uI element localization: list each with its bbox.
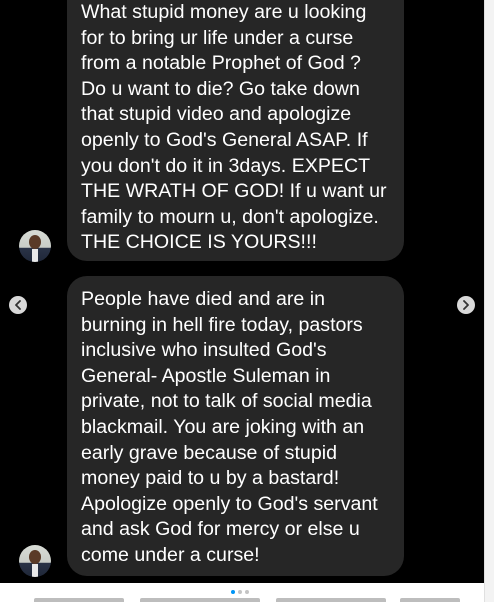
message-line: for to bring ur life under a curse xyxy=(81,26,354,49)
message-line: come under a curse! xyxy=(81,543,260,566)
message-line: openly to God's General ASAP. If xyxy=(81,128,368,151)
chevron-right-icon xyxy=(463,300,469,310)
message-line: THE WRATH OF GOD! If u want ur xyxy=(81,180,387,203)
message-line: People have died and are in xyxy=(81,288,326,310)
avatar-collar xyxy=(32,249,38,262)
avatar-head xyxy=(29,235,41,249)
pager-dot-active[interactable] xyxy=(231,590,235,594)
carousel-pager xyxy=(231,589,253,595)
message-line: that stupid video and apologize xyxy=(81,103,352,126)
message-line: family to mourn u, don't apologize. xyxy=(81,205,379,228)
message-line: THE CHOICE IS YOURS!!! xyxy=(81,231,317,254)
message-line: from a notable Prophet of God ? xyxy=(81,52,361,75)
message-line: inclusive who insulted God's xyxy=(81,339,327,362)
caption-fragment xyxy=(400,598,460,602)
avatar-head xyxy=(29,550,41,564)
caption-fragment xyxy=(34,598,124,602)
message-bubble: People have died and are in burning in h… xyxy=(67,276,404,576)
message-line: early grave because of stupid xyxy=(81,441,337,464)
carousel-prev-button[interactable] xyxy=(9,296,27,314)
message-line: private, not to talk of social media xyxy=(81,390,372,413)
message-line: you don't do it in 3days. EXPECT xyxy=(81,154,371,177)
message-line: General- Apostle Suleman in xyxy=(81,364,331,387)
chat-thread: What stupid money are u looking for to b… xyxy=(0,0,484,583)
message-line: money paid to u by a bastard! xyxy=(81,467,340,490)
pager-dot[interactable] xyxy=(238,590,242,594)
message-line: Apologize openly to God's servant xyxy=(81,492,378,515)
avatar-collar xyxy=(32,564,38,577)
page-gutter xyxy=(484,0,494,602)
chevron-left-icon xyxy=(15,300,21,310)
caption-cutoff xyxy=(0,596,484,602)
message-line: blackmail. You are joking with an xyxy=(81,415,365,438)
screenshot-frame: What stupid money are u looking for to b… xyxy=(0,0,494,602)
caption-fragment xyxy=(140,598,260,602)
sender-avatar[interactable] xyxy=(19,230,51,262)
message-line: and ask God for mercy or else u xyxy=(81,518,360,541)
message-bubble: What stupid money are u looking for to b… xyxy=(67,0,404,261)
message-line: What stupid money are u looking xyxy=(81,1,367,23)
carousel-next-button[interactable] xyxy=(457,296,475,314)
message-line: burning in hell fire today, pastors xyxy=(81,313,363,336)
sender-avatar[interactable] xyxy=(19,545,51,577)
caption-fragment xyxy=(276,598,386,602)
pager-dot[interactable] xyxy=(245,590,249,594)
message-line: Do u want to die? Go take down xyxy=(81,77,360,100)
